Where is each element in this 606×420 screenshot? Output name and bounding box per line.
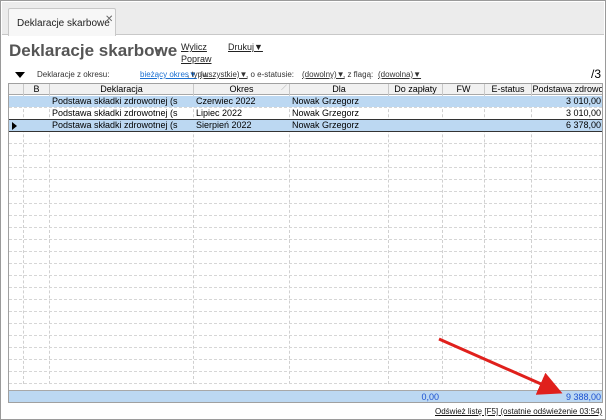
cell-dla: Nowak Grzegorz — [292, 108, 360, 118]
sum-do-zaplaty: 0,00 — [421, 392, 439, 402]
tab-label: Deklaracje skarbowe — [17, 18, 110, 29]
sum-podstawa: 9 388,00 — [565, 392, 601, 402]
type-filter[interactable]: (wszystkie)▼ — [200, 70, 247, 79]
grid-line — [9, 287, 602, 288]
close-icon[interactable]: ✕ — [105, 14, 113, 25]
grid-line — [9, 203, 602, 204]
grid-line — [9, 347, 602, 348]
col-header-do-zaplaty[interactable]: Do zapłaty — [388, 84, 442, 95]
estatus-filter[interactable]: (dowolny)▼ — [302, 70, 345, 79]
grid-line — [9, 191, 602, 192]
estatus-label: , o e-statusie: — [246, 70, 295, 79]
cell-deklaracja: Podstawa składki zdrowotnej (s — [52, 120, 178, 130]
col-header-podstawa[interactable]: Podstawa zdrowo — [531, 84, 602, 95]
grid-line — [9, 263, 602, 264]
declarations-grid[interactable]: B Deklaracja Okres ／ Dla Do zapłaty FW E-… — [8, 83, 603, 403]
col-header-deklaracja[interactable]: Deklaracja — [49, 84, 193, 95]
collapse-filter-icon[interactable] — [15, 72, 25, 78]
cell-deklaracja: Podstawa składki zdrowotnej (s — [52, 96, 178, 106]
page-count: /3 — [591, 67, 602, 81]
col-header-indicator — [9, 84, 23, 95]
col-header-okres-label: Okres — [229, 84, 254, 94]
grid-line — [9, 239, 602, 240]
grid-line — [9, 179, 602, 180]
table-row[interactable]: Podstawa składki zdrowotnej (s Lipiec 20… — [9, 108, 602, 119]
tab-strip: Deklaracje skarbowe ✕ — [2, 2, 604, 36]
cell-okres: Lipiec 2022 — [196, 108, 243, 118]
grid-line — [9, 335, 602, 336]
grid-line — [9, 227, 602, 228]
grid-line — [9, 215, 602, 216]
edit-link[interactable]: Popraw — [181, 54, 212, 64]
col-header-e-status[interactable]: E-status — [484, 84, 531, 95]
grid-line — [9, 275, 602, 276]
cell-dla: Nowak Grzegorz — [292, 120, 360, 130]
grid-line — [9, 251, 602, 252]
tab-deklaracje-skarbowe[interactable]: Deklaracje skarbowe ✕ — [8, 8, 116, 36]
cell-podstawa: 3 010,00 — [565, 108, 601, 118]
table-header: B Deklaracja Okres ／ Dla Do zapłaty FW E-… — [9, 84, 602, 95]
grid-line — [9, 383, 602, 384]
flag-label: , z flagą: — [343, 70, 374, 79]
page-title[interactable]: Deklaracje skarbowe — [9, 41, 177, 61]
calc-link[interactable]: Wylicz — [181, 42, 207, 52]
grid-line — [9, 131, 602, 132]
current-row-icon — [12, 122, 17, 130]
table-row[interactable]: Podstawa składki zdrowotnej (s Czerwiec … — [9, 96, 602, 107]
grid-line — [9, 371, 602, 372]
cell-deklaracja: Podstawa składki zdrowotnej (s — [52, 108, 178, 118]
refresh-link[interactable]: Odśwież listę [F5] (ostatnie odświeżenie… — [435, 407, 602, 416]
print-menu[interactable]: Drukuj▼ — [228, 42, 263, 52]
grid-line — [9, 323, 602, 324]
grid-line — [9, 155, 602, 156]
col-header-dla[interactable]: Dla — [289, 84, 388, 95]
col-header-fw[interactable]: FW — [442, 84, 484, 95]
grid-line — [9, 311, 602, 312]
cell-dla: Nowak Grzegorz — [292, 96, 360, 106]
sort-icon: ／ — [280, 86, 287, 92]
chevron-down-icon[interactable]: ▼ — [155, 47, 163, 56]
table-row[interactable]: Podstawa składki zdrowotnej (s Sierpień … — [9, 119, 602, 132]
col-header-b[interactable]: B — [23, 84, 49, 95]
cell-okres: Sierpień 2022 — [196, 120, 252, 130]
grid-line — [9, 167, 602, 168]
cell-podstawa: 3 010,00 — [565, 96, 601, 106]
flag-filter[interactable]: (dowolna)▼ — [378, 70, 421, 79]
grid-line — [9, 359, 602, 360]
grid-line — [9, 143, 602, 144]
summary-row: 0,00 9 388,00 — [9, 390, 602, 402]
grid-line — [9, 299, 602, 300]
window-frame: Deklaracje skarbowe ✕ Deklaracje skarbow… — [0, 0, 606, 420]
col-header-okres[interactable]: Okres ／ — [193, 84, 289, 95]
period-label: Deklaracje z okresu: — [37, 70, 110, 79]
cell-okres: Czerwiec 2022 — [196, 96, 256, 106]
cell-podstawa: 6 378,00 — [565, 120, 601, 130]
